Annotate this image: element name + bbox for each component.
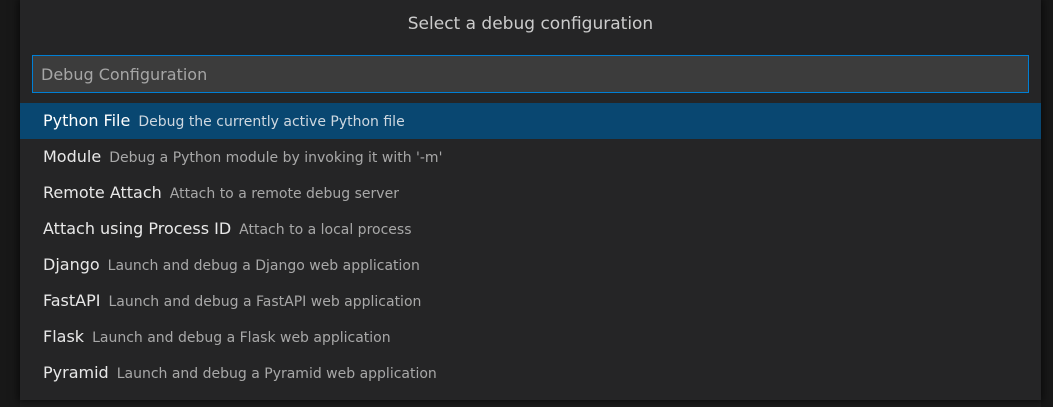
- list-item-label: Flask: [43, 327, 85, 346]
- list-item-description: Attach to a remote debug server: [169, 186, 399, 202]
- list-item-label: Pyramid: [43, 363, 109, 382]
- list-item-flask[interactable]: Flask Launch and debug a Flask web applic…: [20, 319, 1041, 355]
- backdrop-left-edge: [0, 0, 20, 407]
- list-item-python-file[interactable]: Python File Debug the currently active Py…: [20, 103, 1041, 139]
- list-item-description: Launch and debug a FastAPI web applicati…: [108, 294, 422, 310]
- list-item-description: Debug a Python module by invoking it wit…: [109, 150, 443, 166]
- backdrop-right-edge: [1041, 0, 1053, 407]
- quick-pick-input-container: [20, 49, 1041, 97]
- list-item-remote-attach[interactable]: Remote Attach Attach to a remote debug se…: [20, 175, 1041, 211]
- list-item-description: Launch and debug a Flask web application: [92, 330, 391, 346]
- list-item-label: FastAPI: [43, 291, 101, 310]
- list-item-label: Python File: [43, 111, 131, 130]
- list-item-description: Launch and debug a Pyramid web applicati…: [116, 366, 437, 382]
- list-item-description: Debug the currently active Python file: [138, 114, 405, 130]
- list-item-module[interactable]: Module Debug a Python module by invoking …: [20, 139, 1041, 175]
- quick-pick-title: Select a debug configuration: [20, 0, 1041, 49]
- list-item-label: Django: [43, 255, 100, 274]
- list-item-description: Attach to a local process: [239, 222, 412, 238]
- debug-configuration-list: Python File Debug the currently active Py…: [20, 103, 1041, 391]
- list-item-description: Launch and debug a Django web applicatio…: [107, 258, 420, 274]
- list-item-label: Module: [43, 147, 102, 166]
- list-item-label: Remote Attach: [43, 183, 162, 202]
- list-item-label: Attach using Process ID: [43, 219, 232, 238]
- list-item-django[interactable]: Django Launch and debug a Django web appl…: [20, 247, 1041, 283]
- list-item-fastapi[interactable]: FastAPI Launch and debug a FastAPI web ap…: [20, 283, 1041, 319]
- debug-configuration-search-input[interactable]: [32, 55, 1029, 93]
- list-item-pyramid[interactable]: Pyramid Launch and debug a Pyramid web ap…: [20, 355, 1041, 391]
- list-item-attach-process-id[interactable]: Attach using Process ID Attach to a local…: [20, 211, 1041, 247]
- debug-configuration-quick-pick: Select a debug configuration Python File…: [20, 0, 1041, 400]
